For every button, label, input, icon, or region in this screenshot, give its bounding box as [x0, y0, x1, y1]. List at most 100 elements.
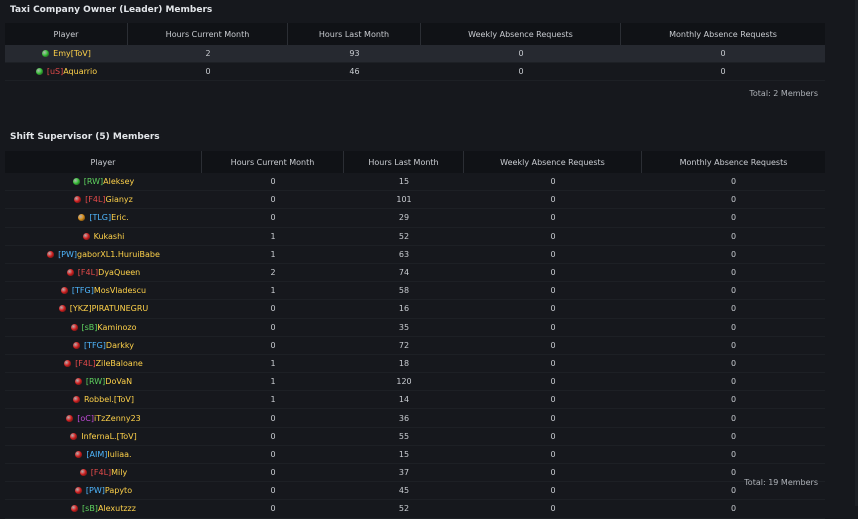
table-row[interactable]: [PW]gaborXL1.HuruiBabe 1 63 0 0 [5, 246, 825, 264]
player-name-link[interactable]: Robbel.[ToV] [84, 395, 134, 404]
table-row[interactable]: [F4L]Mily 0 37 0 0 [5, 464, 825, 483]
player-cell[interactable]: [PW]gaborXL1.HuruiBabe [5, 246, 202, 264]
player-tag: [F4L] [75, 358, 96, 368]
shift-supervisor-total-count: Total: 19 Members [744, 478, 818, 487]
player-tag: [AIM] [86, 449, 108, 459]
player-cell[interactable]: [uS]Aquarrio [5, 63, 128, 82]
table-row[interactable]: [uS]Aquarrio 0 46 0 0 [5, 63, 825, 82]
table-row[interactable]: Robbel.[ToV] 1 14 0 0 [5, 391, 825, 410]
table-row[interactable]: [RW]Aleksey 0 15 0 0 [5, 173, 825, 192]
player-name-link[interactable]: Mily [111, 468, 127, 477]
player-cell[interactable]: [TFG]Darkky [5, 337, 202, 355]
column-header-monthly-absence[interactable]: Monthly Absence Requests [621, 23, 825, 45]
player-cell[interactable]: [AIM]Iuliaa. [5, 446, 202, 464]
table-row[interactable]: [sB]Alexutzzz 0 52 0 0 [5, 500, 825, 519]
player-name-link[interactable]: ZileBaloane [96, 359, 143, 368]
player-cell[interactable]: InfernaL.[ToV] [5, 428, 202, 446]
player-name-link[interactable]: iTzZenny23 [94, 414, 141, 423]
player-cell[interactable]: [RW]Aleksey [5, 173, 202, 192]
player-name-link[interactable]: InfernaL.[ToV] [81, 432, 136, 441]
column-header-weekly-absence[interactable]: Weekly Absence Requests [421, 23, 621, 45]
player-name-link[interactable]: Emy[ToV] [53, 49, 91, 58]
player-name-link[interactable]: gaborXL1.HuruiBabe [77, 250, 160, 259]
hours-last-cell: 18 [344, 355, 464, 374]
hours-current-cell: 0 [202, 319, 344, 337]
column-header-hours-current[interactable]: Hours Current Month [202, 151, 344, 173]
player-cell[interactable]: [RW]DoVaN [5, 373, 202, 392]
hours-current-cell: 2 [128, 45, 288, 64]
player-cell[interactable]: [TFG]MosVladescu [5, 282, 202, 301]
table-row[interactable]: [RW]DoVaN 1 120 0 0 [5, 373, 825, 392]
player-cell[interactable]: [F4L]DyaQueen [5, 264, 202, 283]
player-cell[interactable]: [sB]Alexutzzz [5, 500, 202, 519]
player-cell[interactable]: Kukashi [5, 228, 202, 246]
player-name-link[interactable]: DoVaN [105, 377, 132, 386]
player-name-link[interactable]: Eric. [111, 213, 129, 222]
player-tag: [RW] [85, 377, 106, 387]
player-name-link[interactable]: Aleksey [103, 177, 134, 186]
player-name-link[interactable]: Kukashi [94, 232, 125, 241]
player-name-link[interactable]: Kaminozo [97, 323, 136, 332]
table-row[interactable]: Emy[ToV] 2 93 0 0 [5, 45, 825, 64]
hours-last-cell: 35 [344, 319, 464, 337]
player-name-link[interactable]: Papyto [105, 486, 132, 495]
hours-last-cell: 58 [344, 282, 464, 301]
column-header-hours-last[interactable]: Hours Last Month [344, 151, 464, 173]
status-red-icon [70, 432, 78, 440]
column-header-hours-current[interactable]: Hours Current Month [128, 23, 288, 45]
weekly-absence-cell: 0 [464, 264, 642, 283]
status-red-icon [79, 469, 87, 477]
player-cell[interactable]: Emy[ToV] [5, 45, 128, 64]
table-row[interactable]: [F4L]Gianyz 0 101 0 0 [5, 191, 825, 210]
table-row[interactable]: [oC]iTzZenny23 0 36 0 0 [5, 409, 825, 428]
player-cell[interactable]: Robbel.[ToV] [5, 391, 202, 410]
status-green-icon [72, 178, 80, 186]
player-name-link[interactable]: Darkky [106, 341, 134, 350]
status-red-icon [72, 396, 80, 404]
player-name-link[interactable]: PIRATUNEGRU [92, 304, 149, 313]
column-header-monthly-absence[interactable]: Monthly Absence Requests [642, 151, 825, 173]
table-row[interactable]: [F4L]DyaQueen 2 74 0 0 [5, 264, 825, 283]
player-name-link[interactable]: Aquarrio [63, 67, 97, 76]
table-row[interactable]: [TFG]Darkky 0 72 0 0 [5, 337, 825, 355]
column-header-hours-last[interactable]: Hours Last Month [288, 23, 421, 45]
table-row[interactable]: [PW]Papyto 0 45 0 0 [5, 482, 825, 501]
player-cell[interactable]: [PW]Papyto [5, 482, 202, 501]
table-header-row: Player Hours Current Month Hours Last Mo… [5, 23, 825, 45]
status-red-icon [66, 269, 74, 277]
column-header-player[interactable]: Player [5, 151, 202, 173]
player-cell[interactable]: [oC]iTzZenny23 [5, 409, 202, 428]
table-row[interactable]: [TFG]MosVladescu 1 58 0 0 [5, 282, 825, 301]
monthly-absence-cell: 0 [621, 45, 825, 64]
table-row[interactable]: [F4L]ZileBaloane 1 18 0 0 [5, 355, 825, 374]
weekly-absence-cell: 0 [464, 209, 642, 228]
player-cell[interactable]: [YKZ]PIRATUNEGRU [5, 300, 202, 319]
hours-current-cell: 0 [202, 409, 344, 428]
player-tag: [TFG] [83, 340, 106, 350]
weekly-absence-cell: 0 [464, 391, 642, 410]
player-cell[interactable]: [F4L]ZileBaloane [5, 355, 202, 374]
table-row[interactable]: [sB]Kaminozo 0 35 0 0 [5, 319, 825, 337]
player-name-link[interactable]: Gianyz [106, 195, 133, 204]
table-row[interactable]: Kukashi 1 52 0 0 [5, 228, 825, 246]
player-cell[interactable]: [F4L]Gianyz [5, 191, 202, 210]
player-cell[interactable]: [TLG]Eric. [5, 209, 202, 228]
status-red-icon [75, 450, 83, 458]
hours-current-cell: 0 [202, 500, 344, 519]
player-cell[interactable]: [sB]Kaminozo [5, 319, 202, 337]
player-tag: [F4L] [90, 468, 112, 478]
table-row[interactable]: InfernaL.[ToV] 0 55 0 0 [5, 428, 825, 446]
hours-last-cell: 29 [344, 209, 464, 228]
table-row[interactable]: [YKZ]PIRATUNEGRU 0 16 0 0 [5, 300, 825, 319]
player-name-link[interactable]: Iuliaa. [107, 450, 131, 459]
column-header-weekly-absence[interactable]: Weekly Absence Requests [464, 151, 642, 173]
weekly-absence-cell: 0 [464, 482, 642, 501]
player-cell[interactable]: [F4L]Mily [5, 464, 202, 483]
table-row[interactable]: [AIM]Iuliaa. 0 15 0 0 [5, 446, 825, 464]
player-name-link[interactable]: MosVladescu [94, 286, 146, 295]
monthly-absence-cell: 0 [642, 300, 825, 319]
player-name-link[interactable]: DyaQueen [98, 268, 140, 277]
monthly-absence-cell: 0 [642, 409, 825, 428]
column-header-player[interactable]: Player [5, 23, 128, 45]
table-row[interactable]: [TLG]Eric. 0 29 0 0 [5, 209, 825, 228]
